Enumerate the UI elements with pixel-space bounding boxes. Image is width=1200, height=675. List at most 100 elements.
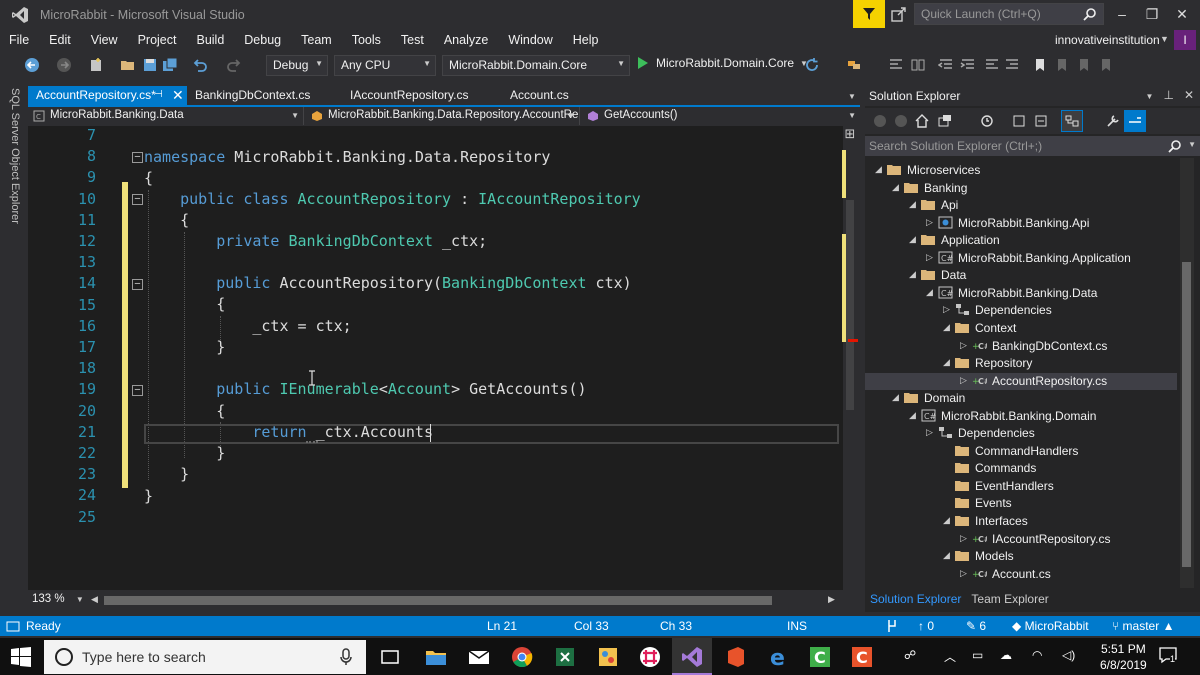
collapse-arrow-icon[interactable]: ◢	[909, 234, 916, 245]
visual-studio-taskbar-button[interactable]	[672, 638, 712, 675]
columns-icon[interactable]	[910, 57, 926, 73]
properties-icon[interactable]	[1105, 113, 1121, 129]
tab-iaccount-repository[interactable]: IAccountRepository.cs	[342, 86, 502, 106]
branch-button[interactable]: ⑂ master ▲	[1112, 619, 1174, 633]
minimize-button[interactable]: –	[1114, 6, 1130, 22]
file-explorer-icon[interactable]	[424, 645, 448, 669]
horizontal-scroll-thumb[interactable]	[104, 596, 772, 605]
collapse-arrow-icon[interactable]: ◢	[926, 287, 933, 298]
save-icon[interactable]	[142, 57, 158, 73]
restore-button[interactable]: ❐	[1144, 6, 1160, 22]
menu-team[interactable]: Team	[291, 33, 342, 47]
project-dropdown[interactable]: C MicroRabbit.Banking.Data ▼	[28, 107, 304, 125]
scroll-right-icon[interactable]: ▶	[828, 594, 835, 605]
tree-item[interactable]: ◢ Domain	[865, 390, 1177, 407]
show-hidden-icons[interactable]: ︿	[944, 648, 956, 665]
taskbar-search-input[interactable]: Type here to search	[44, 640, 366, 674]
tree-item[interactable]: ◢ C# MicroRabbit.Banking.Domain	[865, 408, 1177, 425]
tab-overflow-icon[interactable]: ▼	[848, 92, 856, 101]
navigate-forward-icon[interactable]	[56, 57, 72, 73]
excel-icon[interactable]	[553, 645, 577, 669]
action-center-button[interactable]: 1	[1158, 646, 1178, 664]
switch-views-icon[interactable]	[937, 113, 953, 129]
platform-dropdown[interactable]: Any CPU ▼	[334, 55, 436, 76]
search-icon[interactable]	[1168, 139, 1182, 153]
tab-team-explorer[interactable]: Team Explorer	[966, 590, 1053, 612]
clear-bookmarks-icon[interactable]	[1098, 57, 1114, 73]
collapse-icon[interactable]: −	[132, 385, 143, 396]
system-clock[interactable]: 5:51 PM 6/8/2019	[1100, 641, 1147, 673]
collapse-arrow-icon[interactable]: ◢	[943, 322, 950, 333]
close-icon[interactable]: ✕	[172, 87, 184, 104]
menu-view[interactable]: View	[81, 33, 128, 47]
collapse-icon[interactable]: −	[132, 152, 143, 163]
indent-icon[interactable]	[960, 57, 976, 73]
expand-arrow-icon[interactable]: ▷	[943, 304, 950, 315]
tree-item[interactable]: ◢ Api	[865, 197, 1177, 214]
live-share-icon[interactable]	[890, 5, 908, 23]
configuration-dropdown[interactable]: Debug ▼	[266, 55, 328, 76]
windows-start-icon[interactable]	[10, 646, 32, 668]
pin-icon[interactable]: ⊣	[154, 89, 163, 100]
menu-analyze[interactable]: Analyze	[434, 33, 498, 47]
expand-arrow-icon[interactable]: ▷	[960, 340, 967, 351]
account-name[interactable]: innovativeinstitution	[1055, 33, 1160, 47]
scroll-thumb[interactable]	[1182, 262, 1191, 567]
navigate-back-icon[interactable]	[24, 57, 40, 73]
tree-item[interactable]: ▷ +C#BankingDbContext.cs	[865, 338, 1177, 355]
menu-project[interactable]: Project	[128, 33, 187, 47]
collapse-icon[interactable]: −	[132, 194, 143, 205]
slack-icon[interactable]	[638, 645, 662, 669]
tree-item[interactable]: ▷ +C#Account.cs	[865, 566, 1177, 583]
chevron-down-icon[interactable]: ▼	[1146, 92, 1154, 101]
bookmark-icon[interactable]	[1032, 57, 1048, 73]
collapse-arrow-icon[interactable]: ◢	[909, 199, 916, 210]
tree-item[interactable]: ◢ Banking	[865, 180, 1177, 197]
tab-account-repository[interactable]: AccountRepository.cs* ⊣ ✕	[28, 86, 187, 106]
expand-arrow-icon[interactable]: ▷	[960, 375, 967, 386]
close-icon[interactable]: ✕	[1184, 88, 1194, 102]
tab-solution-explorer[interactable]: Solution Explorer	[865, 590, 966, 612]
menu-file[interactable]: File	[0, 33, 39, 47]
type-dropdown[interactable]: MicroRabbit.Banking.Data.Repository.Acco…	[306, 107, 580, 125]
mail-icon[interactable]	[467, 645, 491, 669]
repository-button[interactable]: ◆ MicroRabbit	[1012, 619, 1089, 633]
tree-item[interactable]: ◢ Context	[865, 320, 1177, 337]
git-icon[interactable]	[886, 619, 898, 633]
chevron-down-icon[interactable]: ▼	[1188, 140, 1196, 149]
zoom-dropdown[interactable]: 133 % ▼ ◀	[32, 593, 98, 605]
comment-icon[interactable]	[984, 57, 1000, 73]
task-view-icon[interactable]	[378, 645, 402, 669]
expand-arrow-icon[interactable]: ▷	[926, 427, 933, 438]
chevron-down-icon[interactable]: ▼	[1160, 34, 1169, 44]
scroll-thumb[interactable]	[846, 200, 854, 410]
recorder-icon[interactable]: C	[850, 645, 874, 669]
edge-icon[interactable]: e	[766, 645, 790, 669]
collapse-arrow-icon[interactable]: ◢	[909, 269, 916, 280]
sql-server-object-explorer-tab[interactable]: SQL Server Object Explorer	[9, 88, 21, 224]
collapse-arrow-icon[interactable]: ◢	[875, 164, 882, 175]
forward-icon[interactable]	[893, 113, 909, 129]
tree-item[interactable]: CommandHandlers	[865, 443, 1177, 460]
expand-arrow-icon[interactable]: ▷	[926, 217, 933, 228]
pin-icon[interactable]: ⊥	[1163, 88, 1173, 102]
startup-project-dropdown[interactable]: MicroRabbit.Domain.Core ▼	[442, 55, 630, 76]
quick-launch-input[interactable]: Quick Launch (Ctrl+Q)	[914, 3, 1104, 25]
sync-icon[interactable]	[1011, 113, 1027, 129]
tree-item[interactable]: Events	[865, 495, 1177, 512]
tree-item[interactable]: ◢ Application	[865, 232, 1177, 249]
menu-tools[interactable]: Tools	[342, 33, 391, 47]
solution-search-input[interactable]: Search Solution Explorer (Ctrl+;) ▼	[865, 136, 1200, 156]
browser-link-icon[interactable]	[846, 57, 862, 73]
save-all-icon[interactable]	[162, 57, 178, 73]
back-icon[interactable]	[872, 113, 888, 129]
collapse-arrow-icon[interactable]: ◢	[909, 410, 916, 421]
office-icon[interactable]	[724, 645, 748, 669]
tree-item[interactable]: ▷ +C#AccountRepository.cs	[865, 372, 1177, 390]
open-file-icon[interactable]	[120, 57, 136, 73]
next-bookmark-icon[interactable]	[1076, 57, 1092, 73]
split-window-icon[interactable]: ⊞	[843, 127, 857, 142]
start-debugging-button[interactable]: MicroRabbit.Domain.Core ▼	[638, 56, 808, 70]
tree-item[interactable]: ▷ +C#IAccountRepository.cs	[865, 531, 1177, 548]
tree-item[interactable]: ▷ C# MicroRabbit.Banking.Application	[865, 250, 1177, 267]
